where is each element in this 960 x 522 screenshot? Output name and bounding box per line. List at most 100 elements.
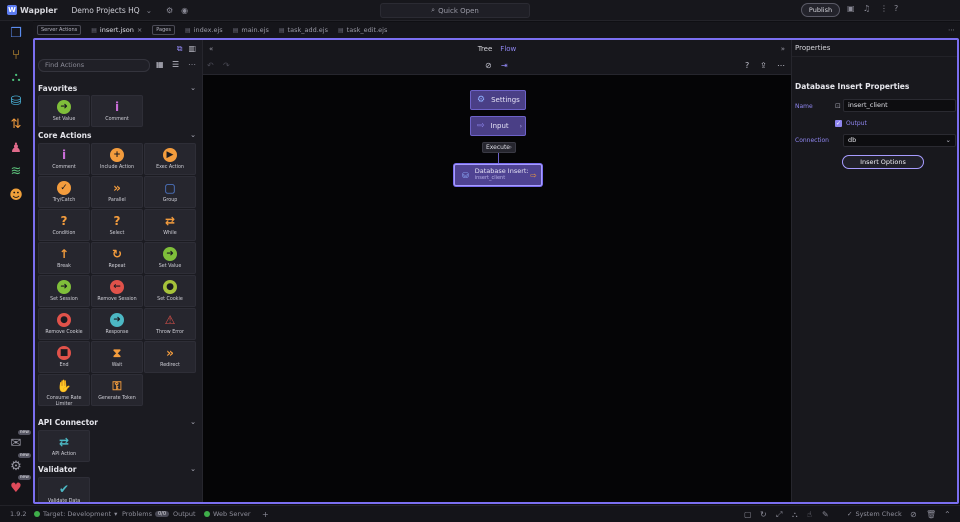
nodes-icon[interactable]: ⛬: [792, 510, 798, 520]
layout-icon[interactable]: ▢: [744, 510, 752, 519]
execute-node[interactable]: Execute ›: [482, 142, 516, 153]
more-icon[interactable]: ⋯: [948, 26, 955, 34]
collapse-icon[interactable]: ⌃: [944, 510, 951, 519]
close-icon[interactable]: ×: [137, 26, 142, 34]
layers-icon[interactable]: ≋: [8, 163, 24, 179]
section-favorites[interactable]: Favorites ⌄: [38, 84, 198, 93]
share-icon[interactable]: ⇪: [760, 61, 767, 70]
redo-icon[interactable]: ↷: [223, 61, 230, 70]
action-tile[interactable]: ⧗ Wait: [91, 341, 143, 373]
action-tile[interactable]: ➜ Set Value: [144, 242, 196, 274]
thumbs-up-icon[interactable]: ☝: [807, 510, 812, 519]
tab-file[interactable]: ▤ index.ejs: [185, 26, 223, 34]
database-icon[interactable]: ⛁: [8, 93, 24, 109]
section-core-actions[interactable]: Core Actions ⌄: [38, 131, 198, 140]
tab-file[interactable]: ▤ task_edit.ejs: [338, 26, 387, 34]
more-icon[interactable]: ⋯: [188, 60, 196, 69]
robot-icon[interactable]: ▥: [188, 44, 196, 53]
files-icon[interactable]: ❒: [8, 25, 24, 41]
system-check-button[interactable]: ✓ System Check: [847, 510, 902, 518]
collapse-left-icon[interactable]: «: [209, 45, 213, 53]
more-vertical-icon[interactable]: ⋮: [880, 4, 888, 13]
action-tile[interactable]: ↻ Repeat: [91, 242, 143, 274]
expand-icon[interactable]: ⤢: [776, 510, 782, 520]
expand-right-icon[interactable]: »: [781, 45, 785, 53]
grid-view-icon[interactable]: ▦: [156, 60, 164, 69]
tab-insert-json[interactable]: ▤ insert.json ×: [91, 26, 142, 34]
action-tile[interactable]: ⚿ Generate Token: [91, 374, 143, 406]
input-node[interactable]: ⇨ Input ›: [470, 116, 526, 136]
pages-pill[interactable]: Pages: [152, 25, 175, 35]
server-action-icon[interactable]: ⇅: [8, 116, 24, 132]
action-tile[interactable]: ⚠ Throw Error: [144, 308, 196, 340]
action-tile[interactable]: ← Remove Session: [91, 275, 143, 307]
gear-icon[interactable]: ⚙: [166, 6, 173, 15]
insert-options-button[interactable]: Insert Options: [842, 155, 924, 169]
action-tile[interactable]: ✔ Validate Data: [38, 477, 90, 502]
more-icon[interactable]: ⋯: [777, 61, 785, 70]
export-icon[interactable]: ⇥: [501, 61, 508, 70]
flow-canvas[interactable]: « Tree Flow » ↶ ↷ ⊘ ⇥ ? ⇪ ⋯ ⚙ Settings ⇨…: [203, 40, 791, 502]
help-icon[interactable]: ?: [745, 61, 749, 70]
tab-file[interactable]: ▤ main.ejs: [233, 26, 269, 34]
target-selector[interactable]: Target: Development ▾: [34, 510, 117, 518]
trash-icon[interactable]: 🗑: [926, 510, 936, 519]
action-tile[interactable]: » Parallel: [91, 176, 143, 208]
brand-icon[interactable]: ♥ new: [8, 475, 31, 496]
action-tile[interactable]: ✓ Try/Catch: [38, 176, 90, 208]
bell-icon[interactable]: ♫: [863, 4, 870, 13]
chat-icon[interactable]: ✉ new: [8, 430, 31, 451]
brush-icon[interactable]: ✎: [822, 510, 829, 519]
action-tile[interactable]: ➜ Set Value: [38, 95, 90, 127]
tree-view-tab[interactable]: Tree: [478, 45, 493, 53]
plus-icon[interactable]: +: [262, 510, 269, 519]
connection-select[interactable]: db ⌄: [843, 134, 956, 147]
monitor-icon[interactable]: ◉: [181, 6, 188, 15]
publish-button[interactable]: Publish: [801, 3, 840, 17]
hierarchy-icon[interactable]: ⧉: [177, 44, 183, 54]
action-tile[interactable]: ⇄ While: [144, 209, 196, 241]
action-tile[interactable]: i Comment: [38, 143, 90, 175]
name-input[interactable]: insert_client: [843, 99, 956, 112]
tab-file[interactable]: ▤ task_add.ejs: [279, 26, 328, 34]
action-tile[interactable]: ✋ Consume Rate Limiter: [38, 374, 90, 407]
action-tile[interactable]: ■ End: [38, 341, 90, 373]
action-tile[interactable]: ● Set Cookie: [144, 275, 196, 307]
list-view-icon[interactable]: ☰: [172, 60, 179, 69]
flow-view-tab[interactable]: Flow: [500, 45, 516, 53]
quick-open-search[interactable]: ⌕ Quick Open: [380, 3, 530, 18]
action-tile[interactable]: i Comment: [91, 95, 143, 127]
server-actions-pill[interactable]: Server Actions: [37, 25, 82, 35]
output-checkbox[interactable]: ✓: [835, 120, 842, 127]
assets-icon[interactable]: ♟: [8, 140, 24, 156]
flow-icon[interactable]: ⛬: [8, 69, 24, 85]
action-tile[interactable]: ▶ Exec Action: [144, 143, 196, 175]
web-server-button[interactable]: Web Server: [204, 510, 251, 518]
git-icon[interactable]: ⑂: [8, 47, 24, 63]
action-tile[interactable]: ↑ Break: [38, 242, 90, 274]
action-tile[interactable]: ● Remove Cookie: [38, 308, 90, 340]
section-validator[interactable]: Validator ⌄: [38, 465, 198, 474]
help-icon[interactable]: ?: [894, 4, 898, 13]
database-insert-node[interactable]: ⛁ Database Insert: insert_client ⇨: [454, 164, 542, 186]
output-button[interactable]: Output: [173, 510, 196, 518]
section-api-connector[interactable]: API Connector ⌄: [38, 418, 198, 427]
action-tile[interactable]: » Redirect: [144, 341, 196, 373]
disable-icon[interactable]: ⊘: [910, 510, 917, 519]
action-tile[interactable]: ▢ Group: [144, 176, 196, 208]
action-tile[interactable]: ➜ Response: [91, 308, 143, 340]
action-tile[interactable]: ⇄ API Action: [38, 430, 90, 462]
settings-icon[interactable]: ⚙ new: [8, 453, 31, 474]
disable-icon[interactable]: ⊘: [485, 61, 492, 70]
action-tile[interactable]: + Include Action: [91, 143, 143, 175]
action-tile[interactable]: ? Condition: [38, 209, 90, 241]
action-tile[interactable]: ? Select: [91, 209, 143, 241]
undo-icon[interactable]: ↶: [207, 61, 214, 70]
problems-button[interactable]: Problems 0/0: [122, 510, 170, 518]
action-tile[interactable]: ➜ Set Session: [38, 275, 90, 307]
settings-node[interactable]: ⚙ Settings: [470, 90, 526, 110]
find-actions-input[interactable]: Find Actions: [38, 59, 150, 72]
refresh-icon[interactable]: ↻: [760, 510, 767, 519]
panel-icon[interactable]: ▣: [847, 4, 855, 13]
project-selector[interactable]: Demo Projects HQ ⌄: [72, 6, 152, 15]
